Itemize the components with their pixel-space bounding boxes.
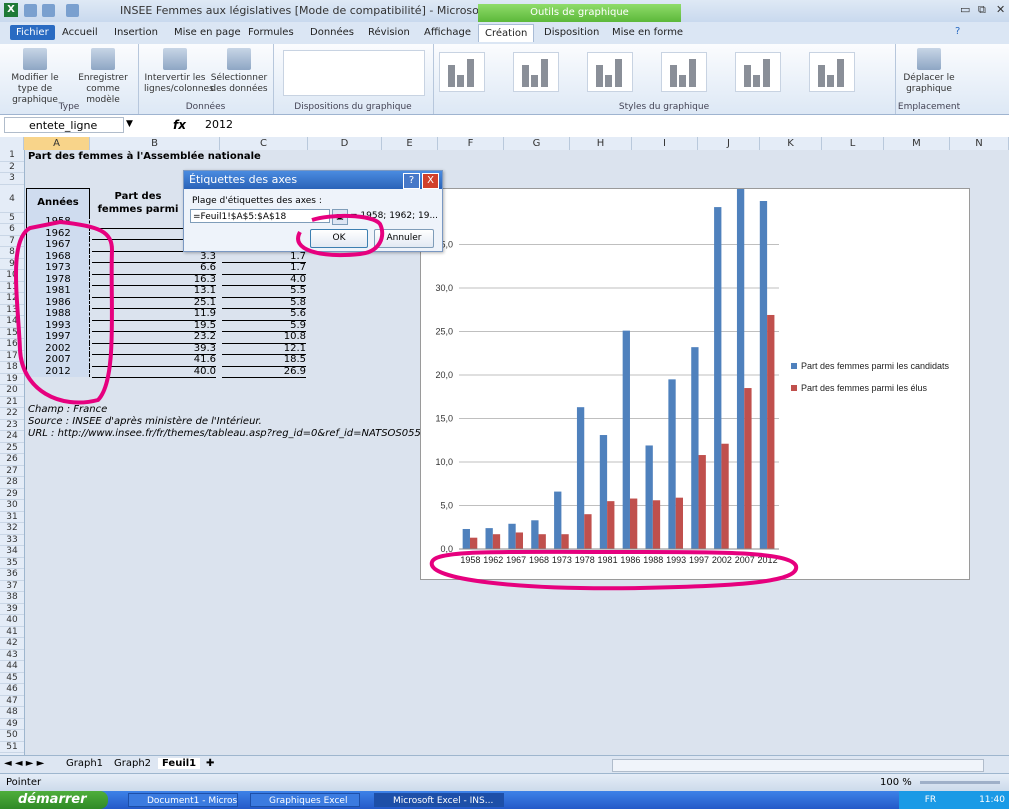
sheet-tab-feuil1[interactable]: Feuil1 (158, 758, 201, 769)
language-indicator[interactable]: FR (925, 795, 936, 805)
sheet-nav-icon[interactable]: ◄ ◄ ► ► (4, 758, 44, 769)
annotation-axis-labels (429, 549, 799, 591)
sheet-tab-bar: ◄ ◄ ► ► Graph1 Graph2 Feuil1 ✚ (0, 755, 1009, 774)
task-excel[interactable]: Microsoft Excel - INS... (374, 793, 504, 807)
zoom-slider[interactable] (920, 781, 1000, 784)
horizontal-scrollbar[interactable] (612, 759, 984, 772)
clock: 11:40 (979, 795, 1005, 805)
sheet-tab-graph2[interactable]: Graph2 (114, 758, 151, 769)
zoom-level[interactable]: 100 % (880, 777, 912, 788)
taskbar: démarrer Document1 - Microsof... Graphiq… (0, 791, 1009, 809)
new-sheet-icon[interactable]: ✚ (206, 758, 214, 769)
start-button[interactable]: démarrer (0, 791, 108, 809)
task-folder[interactable]: Graphiques Excel (250, 793, 360, 807)
system-tray: FR 11:40 (899, 791, 1009, 809)
status-bar: Pointer 100 % (0, 773, 1009, 792)
annotation-ok-button (296, 213, 385, 257)
annotation-years-column (14, 219, 115, 405)
annotation-layer (14, 213, 799, 591)
status-mode: Pointer (6, 777, 42, 788)
task-word[interactable]: Document1 - Microsof... (128, 793, 238, 807)
sheet-tab-graph1[interactable]: Graph1 (66, 758, 103, 769)
